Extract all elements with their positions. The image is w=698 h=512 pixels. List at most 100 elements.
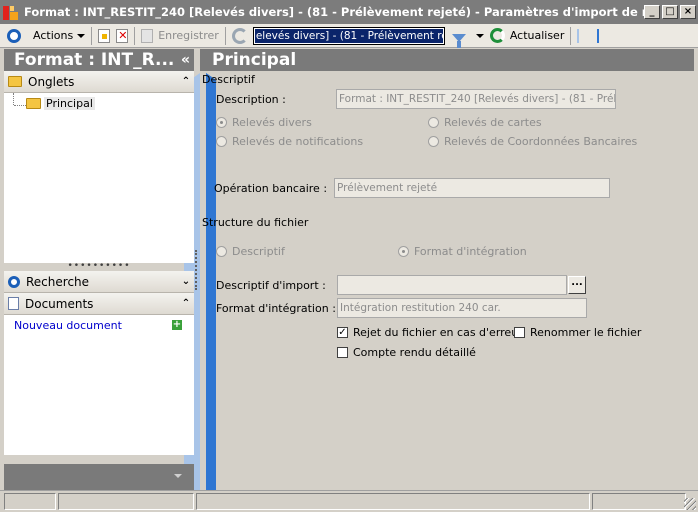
chevron-up-icon[interactable]: ⌃ [178,76,194,87]
radio-format-integration-label: Format d'intégration [414,245,527,258]
actions-menu-button[interactable]: Actions [30,26,88,46]
browse-button[interactable]: ... [568,276,586,294]
last-bar-icon [597,28,600,43]
section-documents-label: Documents [25,296,94,311]
collapse-panel-icon[interactable]: « [181,49,194,71]
minimize-button[interactable]: _ [644,5,660,19]
descriptif-group-label: Descriptif [202,73,255,86]
search-icon [8,275,20,288]
refresh-label: Actualiser [509,29,565,42]
radio-selected-icon [216,117,227,128]
checkbox-rejet-fichier-label: Rejet du fichier en cas d'erreur [353,326,523,339]
left-panel-title: Format : INT_R... [14,50,175,70]
radio-unselected-icon [428,136,439,147]
status-bar [0,490,698,512]
last-record-button[interactable] [206,26,602,512]
new-button[interactable] [95,26,113,46]
close-button[interactable]: × [680,5,696,19]
folder-icon [8,76,22,87]
documents-icon [8,297,19,310]
filter-button[interactable] [449,26,469,48]
delete-button[interactable] [113,26,131,46]
radio-releves-divers-label: Relevés divers [232,116,312,129]
sync-icon [231,27,248,44]
checkbox-compte-rendu[interactable]: Compte rendu détaillé [337,346,476,359]
save-button[interactable]: Enregistrer [138,26,222,46]
left-panel: Format : INT_R... « Onglets ⌃ Principal … [4,49,194,490]
section-recherche-label: Recherche [26,274,90,289]
radio-releves-notifications[interactable]: Relevés de notifications [216,135,363,148]
format-form: Descriptif Description : Format : INT_RE… [200,71,694,490]
toolbar-separator [224,26,226,45]
search-input[interactable]: elevés divers] - (81 - Prélèvement rejet… [252,26,445,45]
radio-selected-icon [398,246,409,257]
chevron-down-icon[interactable]: ⌄ [178,276,194,287]
refresh-button[interactable]: Actualiser [487,26,568,46]
tree-item-label: Principal [44,97,95,110]
filter-icon [451,33,466,48]
section-recherche[interactable]: Recherche ⌄ [4,271,194,293]
window-title: Format : INT_RESTIT_240 [Relevés divers]… [24,5,644,19]
status-cell [196,493,590,510]
status-cell [592,493,686,510]
radio-releves-cartes[interactable]: Relevés de cartes [428,116,542,129]
left-panel-footer [4,464,194,490]
resize-grip-icon[interactable] [684,498,696,510]
toolbar-separator [570,26,572,45]
first-record-button[interactable] [184,26,582,512]
format-integration-field[interactable]: Intégration restitution 240 car. [337,298,587,318]
chevron-up-icon[interactable]: ⌃ [178,298,194,309]
description-field[interactable]: Format : INT_RESTIT_240 [Relevés divers]… [336,89,616,109]
format-integration-label: Format d'intégration : [216,302,336,315]
toolbar-separator [91,26,93,45]
structure-group-label: Structure du fichier [202,216,309,229]
operation-label: Opération bancaire : [214,182,328,195]
checkbox-rejet-fichier[interactable]: ✓ Rejet du fichier en cas d'erreur [337,326,523,339]
operation-field[interactable]: Prélèvement rejeté [334,178,610,198]
radio-descriptif[interactable]: Descriptif [216,245,285,258]
section-onglets-label: Onglets [28,74,75,89]
add-document-icon[interactable]: + [172,320,182,330]
app-logo-icon [2,3,20,21]
checkbox-checked-icon: ✓ [337,327,348,338]
title-bar[interactable]: Format : INT_RESTIT_240 [Relevés divers]… [0,0,698,24]
sync-button[interactable] [229,26,251,46]
actions-label: Actions [33,29,74,42]
radio-unselected-icon [216,136,227,147]
status-cell [58,493,194,510]
caret-down-icon [475,33,484,38]
new-document-link[interactable]: Nouveau document [14,319,122,332]
new-document-icon [98,28,111,43]
toolbar: Actions Enregistrer elevés divers] - (81… [0,24,698,512]
tree-item-principal[interactable]: Principal [26,97,95,110]
home-icon [7,28,21,43]
descriptif-import-field[interactable] [337,275,567,295]
save-label: Enregistrer [158,29,219,42]
radio-releves-coordonnees[interactable]: Relevés de Coordonnées Bancaires [428,135,637,148]
section-documents[interactable]: Documents ⌃ [4,293,194,315]
maximize-button[interactable]: □ [662,5,678,19]
radio-releves-notifications-label: Relevés de notifications [232,135,364,148]
open-folder-icon [26,98,41,109]
radio-releves-coordonnees-label: Relevés de Coordonnées Bancaires [444,135,638,148]
radio-releves-divers[interactable]: Relevés divers [216,116,312,129]
radio-format-integration[interactable]: Format d'intégration [398,245,527,258]
section-onglets[interactable]: Onglets ⌃ [4,71,194,93]
home-button[interactable] [4,26,24,46]
left-panel-header: Format : INT_R... « [4,49,194,71]
page-title: Principal [200,49,694,71]
checkbox-renommer-fichier[interactable]: Renommer le fichier [514,326,641,339]
vertical-splitter[interactable] [195,250,197,290]
footer-dropdown-icon[interactable] [174,474,182,478]
caret-down-icon [77,33,86,38]
tree-connector [13,93,14,105]
checkbox-renommer-fichier-label: Renommer le fichier [530,326,642,339]
delete-icon [116,28,129,43]
save-icon [141,28,154,43]
radio-unselected-icon [428,117,439,128]
radio-releves-cartes-label: Relevés de cartes [444,116,542,129]
filter-dropdown-button[interactable] [469,26,487,46]
descriptif-import-label: Descriptif d'import : [216,279,326,292]
structure-group-title: Structure du fichier [202,216,692,229]
panel-splitter-grip[interactable]: •••••••••• [4,262,194,271]
